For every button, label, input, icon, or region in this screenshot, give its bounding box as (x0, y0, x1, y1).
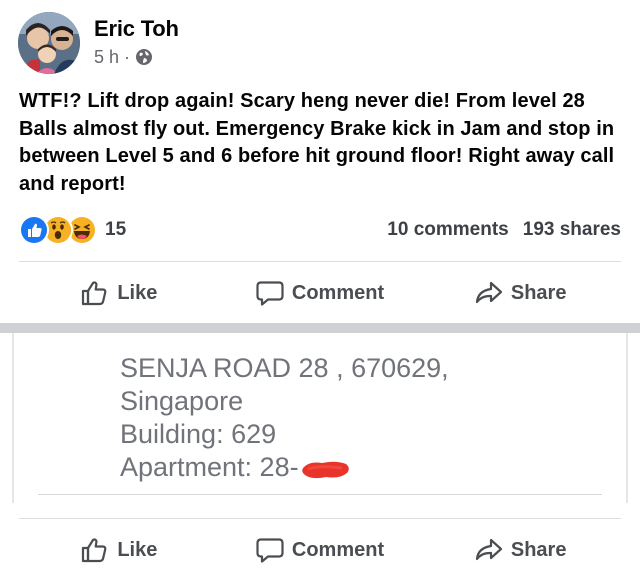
address-country: Singapore (120, 386, 244, 416)
like-reaction-icon (19, 215, 49, 245)
comments-count[interactable]: 10 comments (387, 219, 508, 241)
reaction-count: 15 (105, 219, 127, 240)
engagement-stats: 10 comments 193 shares (387, 219, 621, 241)
author-block: Eric Toh 5 h · (94, 15, 179, 68)
share-label: Share (510, 538, 567, 561)
comment-button[interactable]: Comment (220, 280, 421, 306)
author-name[interactable]: Eric Toh (94, 15, 179, 43)
share-button[interactable]: Share (420, 537, 621, 563)
divider (19, 518, 621, 519)
share-button[interactable]: Share (420, 280, 621, 306)
like-label: Like (117, 538, 158, 561)
post-meta: 5 h · (94, 46, 179, 68)
building-line: Building: 629 (120, 419, 277, 449)
section-separator (0, 323, 640, 333)
divider (19, 261, 621, 262)
avatar[interactable] (18, 12, 80, 74)
action-bar: Like Comment Share (19, 530, 621, 570)
image-divider (38, 494, 602, 495)
address-line: SENJA ROAD 28 , 670629, (120, 353, 449, 383)
comment-button[interactable]: Comment (220, 537, 421, 563)
shares-count[interactable]: 193 shares (523, 219, 621, 241)
like-icon (82, 281, 107, 306)
reaction-summary[interactable]: 15 (19, 215, 126, 245)
post-time[interactable]: 5 h (94, 46, 119, 68)
avatar-photo (18, 12, 80, 74)
comment-icon (256, 281, 284, 306)
like-button[interactable]: Like (19, 537, 220, 563)
apartment-line: Apartment: 28- (120, 451, 449, 484)
comment-icon (256, 538, 284, 563)
share-icon (475, 538, 502, 561)
post-header: Eric Toh 5 h · (18, 12, 179, 74)
meta-separator: · (124, 46, 131, 67)
like-label: Like (117, 281, 158, 304)
apartment-prefix: Apartment: 28- (120, 452, 299, 482)
share-label: Share (510, 281, 567, 304)
globe-icon[interactable] (135, 48, 153, 66)
like-button[interactable]: Like (19, 280, 220, 306)
action-bar: Like Comment Share (19, 273, 621, 313)
comment-label: Comment (291, 538, 385, 561)
comment-label: Comment (291, 281, 385, 304)
share-icon (475, 281, 502, 304)
like-icon (82, 538, 107, 563)
reactions-row: 15 10 comments 193 shares (19, 215, 621, 245)
shared-image[interactable]: SENJA ROAD 28 , 670629, Singapore Buildi… (12, 333, 628, 503)
redaction-scribble (300, 456, 352, 478)
post-text: WTF!? Lift drop again! Scary heng never … (19, 90, 615, 195)
address-block: SENJA ROAD 28 , 670629, Singapore Buildi… (120, 352, 449, 484)
